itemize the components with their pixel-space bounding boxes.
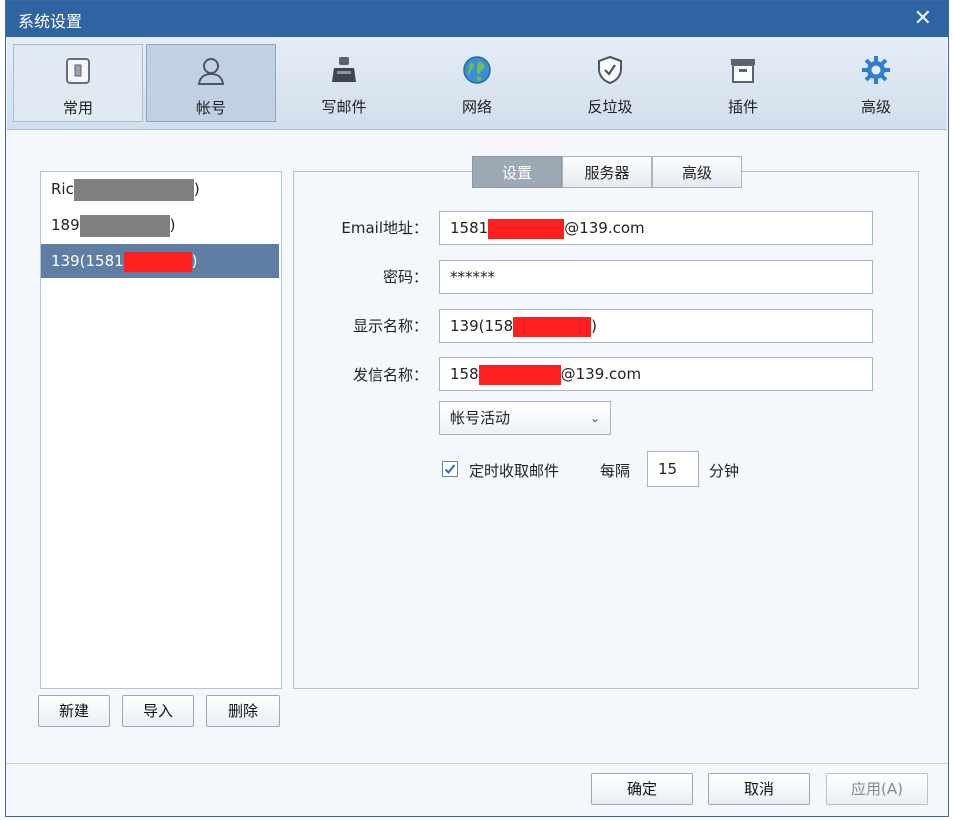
account-status-value: 帐号活动 bbox=[450, 409, 511, 427]
chevron-down-icon: ⌄ bbox=[589, 411, 600, 425]
account-name-end: ) bbox=[193, 180, 200, 198]
checkmark-icon bbox=[444, 464, 456, 474]
toolbar-item-antispam[interactable]: 反垃圾 bbox=[545, 44, 675, 122]
title-bar: 系统设置 ✕ bbox=[6, 1, 948, 37]
toolbar-item-general[interactable]: 常用 bbox=[13, 44, 143, 122]
toolbar-label: 常用 bbox=[62, 99, 93, 117]
footer-divider bbox=[6, 763, 948, 764]
email-label: Email地址： bbox=[341, 219, 428, 237]
settings-toolbar: 常用 帐号 写邮件 网络 反垃圾 插件 高级 bbox=[7, 37, 947, 130]
close-icon[interactable]: ✕ bbox=[914, 6, 932, 31]
interval-unit-label: 分钟 bbox=[709, 462, 740, 480]
sender-name-field[interactable]: 158 @139.com bbox=[439, 357, 873, 391]
tab-server[interactable]: 服务器 bbox=[562, 156, 652, 188]
toolbar-label: 网络 bbox=[461, 98, 492, 116]
compose-icon bbox=[332, 57, 356, 82]
tab-settings[interactable]: 设置 bbox=[472, 156, 562, 188]
email-suffix: @139.com bbox=[564, 219, 645, 237]
shield-icon bbox=[598, 55, 622, 85]
tab-advanced[interactable]: 高级 bbox=[652, 156, 742, 188]
import-account-button[interactable]: 导入 bbox=[122, 695, 194, 727]
account-list: Ric) 189) 139(1581) bbox=[40, 171, 282, 689]
toolbar-item-compose[interactable]: 写邮件 bbox=[279, 44, 409, 122]
account-name-visible: Ric bbox=[51, 180, 74, 198]
toolbar-label: 反垃圾 bbox=[587, 98, 633, 116]
email-field[interactable]: 1581 @139.com bbox=[439, 211, 873, 245]
new-account-button[interactable]: 新建 bbox=[38, 695, 110, 727]
fetch-interval-input[interactable]: 15 bbox=[647, 451, 699, 487]
account-name-end: ) bbox=[169, 216, 176, 234]
account-status-select[interactable]: 帐号活动 ⌄ bbox=[439, 401, 611, 435]
apply-button[interactable]: 应用(A) bbox=[826, 773, 928, 805]
redaction-block bbox=[79, 214, 170, 237]
account-name-visible: 139(1581 bbox=[51, 252, 124, 270]
account-item[interactable]: Ric) bbox=[41, 172, 279, 206]
scheduled-fetch-label[interactable]: 定时收取邮件 bbox=[469, 460, 559, 481]
interval-prefix-label: 每隔 bbox=[600, 462, 631, 480]
gear-icon bbox=[862, 56, 890, 84]
redaction-block bbox=[123, 251, 192, 272]
account-name-visible: 189 bbox=[51, 216, 80, 234]
toolbar-item-advanced[interactable]: 高级 bbox=[811, 44, 941, 122]
sender-suffix: @139.com bbox=[560, 365, 642, 383]
toolbar-item-network[interactable]: 网络 bbox=[412, 44, 542, 122]
email-prefix: 1581 bbox=[450, 219, 489, 237]
display-name-label: 显示名称： bbox=[352, 317, 428, 335]
cancel-button[interactable]: 取消 bbox=[708, 773, 810, 805]
delete-account-button[interactable]: 删除 bbox=[206, 695, 280, 727]
account-item-selected[interactable]: 139(1581) bbox=[41, 244, 279, 278]
sender-prefix: 158 bbox=[450, 365, 479, 383]
account-name-end: ) bbox=[191, 252, 198, 270]
toolbar-label: 插件 bbox=[727, 98, 758, 116]
sender-name-label: 发信名称： bbox=[352, 366, 428, 384]
display-name-field[interactable]: 139(158) bbox=[439, 309, 873, 343]
password-label: 密码： bbox=[382, 268, 428, 286]
scheduled-fetch-checkbox[interactable] bbox=[442, 461, 458, 477]
display-prefix: 139(158 bbox=[450, 317, 514, 335]
redaction-block bbox=[513, 316, 592, 337]
plugin-box-icon bbox=[731, 59, 755, 83]
user-icon bbox=[197, 58, 225, 85]
toolbar-item-account[interactable]: 帐号 bbox=[146, 44, 276, 122]
toolbar-item-plugins[interactable]: 插件 bbox=[678, 44, 808, 122]
ok-button[interactable]: 确定 bbox=[591, 773, 693, 805]
settings-box-icon bbox=[66, 58, 90, 84]
redaction-block bbox=[478, 364, 561, 385]
window-title: 系统设置 bbox=[18, 12, 83, 31]
toolbar-label: 帐号 bbox=[195, 99, 226, 117]
settings-window: 系统设置 ✕ 常用 帐号 写邮件 网络 反垃圾 插件 高级 Ric) 189 … bbox=[5, 0, 949, 817]
globe-icon bbox=[463, 56, 491, 84]
toolbar-label: 写邮件 bbox=[321, 98, 367, 116]
password-field[interactable]: ****** bbox=[439, 260, 873, 294]
toolbar-label: 高级 bbox=[860, 98, 891, 116]
redaction-block bbox=[73, 178, 194, 201]
display-suffix: ) bbox=[591, 317, 597, 335]
redaction-block bbox=[488, 218, 565, 239]
account-item[interactable]: 189) bbox=[41, 208, 279, 242]
